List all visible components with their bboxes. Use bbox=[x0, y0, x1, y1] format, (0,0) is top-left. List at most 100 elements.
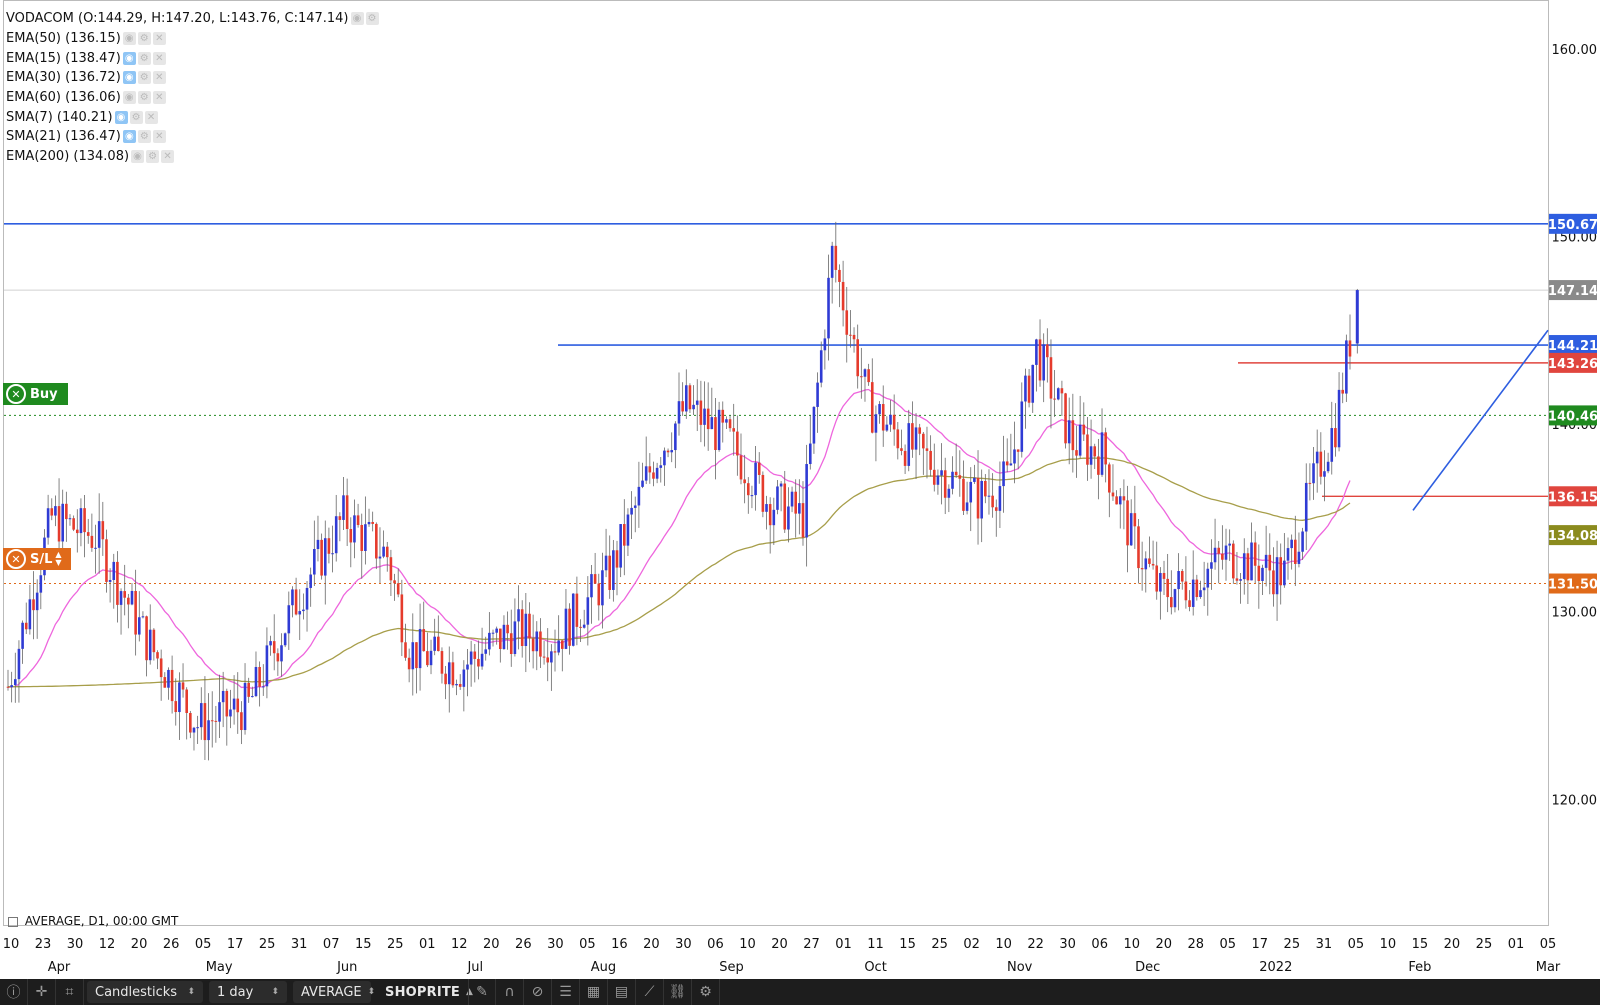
date-tick-label: 20 bbox=[131, 937, 148, 952]
chart-type-select[interactable]: Candlesticks ⬍ bbox=[87, 981, 203, 1003]
candle-body bbox=[1268, 554, 1272, 571]
eye-icon[interactable]: ◉ bbox=[131, 150, 145, 164]
candle-body bbox=[1213, 547, 1217, 563]
eye-off-icon[interactable]: ⊘ bbox=[524, 979, 552, 1005]
settings-icon[interactable]: ⚙ bbox=[146, 150, 160, 164]
eye-icon[interactable]: ◉ bbox=[122, 71, 136, 85]
candle-body bbox=[808, 443, 812, 465]
candle-body bbox=[973, 477, 976, 482]
date-tick-label: 10 bbox=[3, 937, 20, 952]
candle-body bbox=[881, 404, 885, 431]
close-icon[interactable]: ✕ bbox=[144, 110, 158, 124]
candle-body bbox=[575, 593, 579, 627]
settings-icon[interactable]: ⚙ bbox=[137, 32, 151, 46]
settings-icon[interactable]: ⚙ bbox=[137, 91, 151, 105]
line-tool-icon[interactable]: ⟋ bbox=[636, 979, 664, 1005]
templates-icon[interactable]: ▤ bbox=[608, 979, 636, 1005]
candle-body bbox=[1002, 461, 1005, 487]
candle-body bbox=[1348, 340, 1352, 357]
candle-body bbox=[1202, 587, 1206, 591]
month-label: Jul bbox=[466, 960, 483, 975]
close-icon[interactable]: ✕ bbox=[152, 51, 166, 65]
date-tick-label: 25 bbox=[1284, 937, 1301, 952]
candle-body bbox=[542, 656, 546, 658]
candle-body bbox=[1188, 600, 1191, 607]
candle-body bbox=[688, 385, 692, 410]
eye-icon[interactable]: ◉ bbox=[114, 110, 128, 124]
settings-icon[interactable]: ⚙ bbox=[137, 130, 151, 144]
eye-icon[interactable]: ◉ bbox=[122, 130, 136, 144]
pencil-icon[interactable]: ✎ bbox=[468, 979, 496, 1005]
candle-body bbox=[1228, 543, 1231, 546]
candle-body bbox=[1290, 539, 1293, 549]
candle-body bbox=[491, 632, 495, 634]
candle-body bbox=[779, 483, 783, 487]
close-icon[interactable]: ✕ bbox=[152, 130, 166, 144]
select-arrows-icon: ⬍ bbox=[271, 987, 279, 997]
candle-body bbox=[1304, 482, 1308, 532]
candle-body bbox=[1341, 389, 1345, 394]
date-tick-label: 26 bbox=[163, 937, 180, 952]
settings-icon[interactable]: ⚙ bbox=[129, 110, 143, 124]
close-icon[interactable]: ✕ bbox=[152, 91, 166, 105]
legend-row: SMA(21) (136.47) ◉ ⚙ ✕ bbox=[6, 127, 379, 147]
candle-body bbox=[1272, 570, 1275, 595]
candle-body bbox=[619, 524, 622, 568]
candle-body bbox=[145, 616, 148, 661]
settings-icon[interactable]: ⚙ bbox=[365, 12, 379, 26]
fibonacci-icon[interactable]: ☰ bbox=[552, 979, 580, 1005]
layout-icon[interactable]: ▦ bbox=[580, 979, 608, 1005]
eye-icon[interactable]: ◉ bbox=[122, 32, 136, 46]
buy-order-badge[interactable]: ✕ Buy bbox=[3, 383, 68, 405]
info-icon[interactable]: ⓘ bbox=[0, 979, 28, 1005]
candle-body bbox=[378, 556, 382, 559]
link-icon[interactable]: ⛓ bbox=[664, 979, 692, 1005]
eye-icon[interactable]: ◉ bbox=[122, 51, 136, 65]
updown-arrows-icon[interactable]: ▲ ▼ bbox=[55, 551, 61, 567]
close-order-icon[interactable]: ✕ bbox=[6, 384, 26, 404]
candle-body bbox=[313, 549, 316, 575]
candle-body bbox=[1093, 446, 1097, 457]
magnet-icon[interactable]: ∩ bbox=[496, 979, 524, 1005]
candle-body bbox=[1020, 401, 1024, 452]
close-icon[interactable]: ✕ bbox=[161, 150, 175, 164]
settings-icon[interactable]: ⚙ bbox=[137, 71, 151, 85]
candle-body bbox=[914, 427, 918, 450]
candle-body bbox=[1301, 531, 1304, 552]
crop-icon[interactable]: ⌗ bbox=[56, 979, 84, 1005]
date-tick-label: 10 bbox=[1380, 937, 1397, 952]
candle-body bbox=[385, 546, 389, 558]
candle-body bbox=[725, 419, 728, 423]
candle-body bbox=[178, 682, 181, 713]
month-label: 2022 bbox=[1259, 960, 1292, 975]
candle-body bbox=[170, 669, 174, 702]
month-label: Aug bbox=[591, 960, 616, 975]
candle-body bbox=[550, 651, 553, 663]
date-tick-label: 15 bbox=[1412, 937, 1429, 952]
timeframe-select[interactable]: 1 day ⬍ bbox=[209, 981, 287, 1003]
settings-icon[interactable]: ⚙ bbox=[137, 51, 151, 65]
price-type-select[interactable]: AVERAGE ⬍ bbox=[293, 981, 375, 1003]
gear-icon[interactable]: ⚙ bbox=[692, 979, 720, 1005]
candle-body bbox=[24, 622, 28, 630]
eye-icon[interactable]: ◉ bbox=[122, 91, 136, 105]
candle-body bbox=[1308, 482, 1312, 484]
candle-body bbox=[108, 579, 112, 582]
candle-body bbox=[1005, 461, 1009, 466]
close-order-icon[interactable]: ✕ bbox=[6, 549, 26, 569]
candle-body bbox=[557, 640, 560, 653]
candle-body bbox=[130, 590, 134, 605]
symbol-select[interactable]: SHOPRITE ▲ bbox=[377, 981, 473, 1003]
candle-body bbox=[1235, 578, 1239, 581]
candle-body bbox=[739, 455, 743, 480]
close-icon[interactable]: ✕ bbox=[152, 32, 166, 46]
candle-body bbox=[1261, 567, 1264, 581]
close-icon[interactable]: ✕ bbox=[152, 71, 166, 85]
candle-body bbox=[852, 334, 856, 340]
stop-loss-badge[interactable]: ✕ S/L ▲ ▼ bbox=[3, 548, 71, 570]
candle-body bbox=[411, 642, 415, 670]
date-tick-label: 17 bbox=[227, 937, 244, 952]
eye-icon[interactable]: ◉ bbox=[350, 12, 364, 26]
candle-body bbox=[17, 648, 21, 680]
crosshair-icon[interactable]: ✛ bbox=[28, 979, 56, 1005]
